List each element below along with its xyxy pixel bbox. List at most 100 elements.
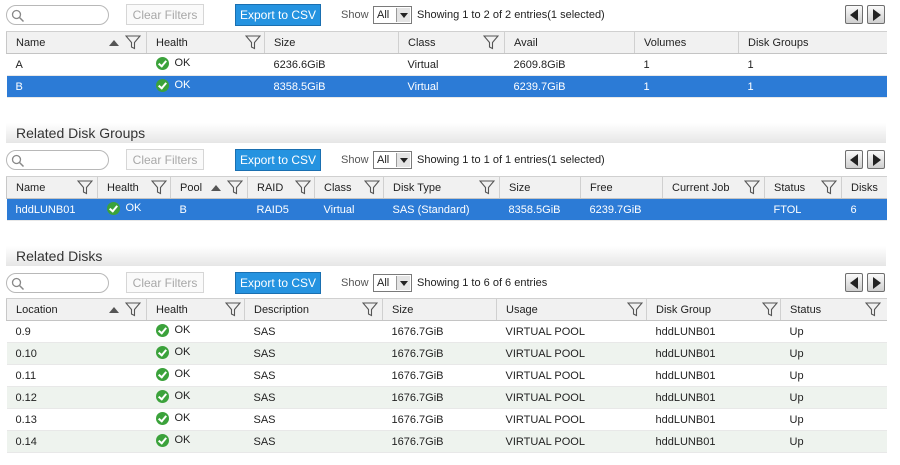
column-header-status[interactable]: Status	[780, 298, 887, 321]
disks-show-select[interactable]: All	[373, 274, 412, 292]
next-page-icon[interactable]	[867, 273, 885, 292]
filter-icon[interactable]	[762, 302, 778, 317]
volumes-clear-filters-button[interactable]: Clear Filters	[126, 4, 204, 25]
column-header-disk-groups[interactable]: Disk Groups	[738, 31, 887, 54]
volumes-export-csv-button[interactable]: Export to CSV	[235, 4, 321, 26]
cell-description: SAS	[244, 320, 383, 343]
cell-disk-group: hddLUNB01	[646, 320, 781, 343]
column-header-location[interactable]: Location	[6, 298, 147, 321]
cell-health: OK	[97, 198, 171, 221]
column-header-size[interactable]: Size	[382, 298, 497, 321]
sort-ascending-icon[interactable]	[109, 307, 119, 313]
filter-icon[interactable]	[627, 302, 643, 317]
filter-icon[interactable]	[479, 180, 495, 195]
table-row[interactable]: A OK 6236.6GiB Virtual 2609.8GiB 1 1	[6, 53, 887, 76]
ok-check-icon	[155, 56, 169, 70]
table-row-selected[interactable]: hddLUNB01 OK B RAID5 Virtual SAS (Standa…	[6, 198, 887, 221]
filter-icon[interactable]	[77, 180, 93, 195]
column-header-current-job[interactable]: Current Job	[662, 176, 765, 199]
column-header-health[interactable]: Health	[146, 298, 245, 321]
column-header-description[interactable]: Description	[244, 298, 383, 321]
table-row-selected[interactable]: B OK 8358.5GiB Virtual 6239.7GiB 1 1	[6, 75, 887, 98]
column-header-health[interactable]: Health	[146, 31, 265, 54]
disks-show-label: Show	[341, 277, 369, 289]
cell-volumes: 1	[634, 75, 739, 98]
disk-groups-show-value: All	[377, 154, 390, 166]
column-header-disk-type[interactable]: Disk Type	[383, 176, 500, 199]
disk-groups-search-input[interactable]	[6, 150, 109, 170]
cell-disk-group: hddLUNB01	[646, 364, 781, 387]
column-header-name[interactable]: Name	[6, 31, 147, 54]
column-header-raid[interactable]: RAID	[247, 176, 315, 199]
cell-class: Virtual	[314, 198, 384, 221]
chevron-down-icon	[396, 8, 410, 22]
filter-icon[interactable]	[362, 302, 378, 317]
table-row[interactable]: 0.9 OK SAS 1676.7GiB VIRTUAL POOL hddLUN…	[6, 320, 887, 343]
disks-clear-filters-button[interactable]: Clear Filters	[126, 272, 204, 293]
table-row[interactable]: 0.12 OK SAS 1676.7GiB VIRTUAL POOL hddLU…	[6, 386, 887, 409]
cell-status: Up	[780, 408, 887, 431]
table-row[interactable]: 0.11 OK SAS 1676.7GiB VIRTUAL POOL hddLU…	[6, 364, 887, 387]
volumes-show-value: All	[377, 9, 390, 21]
filter-icon[interactable]	[483, 35, 499, 50]
chevron-down-icon	[396, 276, 410, 290]
filter-icon[interactable]	[151, 180, 167, 195]
filter-icon[interactable]	[865, 302, 881, 317]
cell-disk-groups: 1	[738, 75, 887, 98]
next-page-icon[interactable]	[867, 5, 885, 24]
column-header-free[interactable]: Free	[580, 176, 663, 199]
column-header-status[interactable]: Status	[764, 176, 842, 199]
filter-icon[interactable]	[225, 302, 241, 317]
column-header-pool[interactable]: Pool	[170, 176, 248, 199]
ok-check-icon	[155, 389, 169, 403]
column-header-disk-group[interactable]: Disk Group	[646, 298, 781, 321]
disk-groups-export-csv-button[interactable]: Export to CSV	[235, 149, 321, 171]
previous-page-icon[interactable]	[845, 5, 863, 24]
filter-icon[interactable]	[744, 180, 760, 195]
previous-page-icon[interactable]	[845, 273, 863, 292]
cell-usage: VIRTUAL POOL	[496, 386, 647, 409]
cell-disks: 6	[841, 198, 887, 221]
filter-icon[interactable]	[125, 302, 141, 317]
volumes-entries-info: Showing 1 to 2 of 2 entries(1 selected)	[417, 9, 605, 21]
disk-groups-clear-filters-button[interactable]: Clear Filters	[126, 149, 204, 170]
cell-size: 1676.7GiB	[382, 430, 497, 453]
disks-search-input[interactable]	[6, 273, 109, 293]
next-page-icon[interactable]	[867, 150, 885, 169]
disk-groups-show-select[interactable]: All	[373, 151, 412, 169]
column-header-class[interactable]: Class	[314, 176, 384, 199]
column-header-avail[interactable]: Avail	[504, 31, 635, 54]
column-header-size[interactable]: Size	[264, 31, 399, 54]
cell-pool: B	[170, 198, 248, 221]
disk-groups-show-label: Show	[341, 154, 369, 166]
column-header-name[interactable]: Name	[6, 176, 98, 199]
cell-size: 1676.7GiB	[382, 386, 497, 409]
cell-disk-group: hddLUNB01	[646, 408, 781, 431]
table-row[interactable]: 0.13 OK SAS 1676.7GiB VIRTUAL POOL hddLU…	[6, 408, 887, 431]
filter-icon[interactable]	[245, 35, 261, 50]
previous-page-icon[interactable]	[845, 150, 863, 169]
filter-icon[interactable]	[227, 180, 243, 195]
table-row[interactable]: 0.14 OK SAS 1676.7GiB VIRTUAL POOL hddLU…	[6, 430, 887, 453]
filter-icon[interactable]	[821, 180, 837, 195]
search-icon	[11, 9, 25, 23]
sort-ascending-icon[interactable]	[109, 40, 119, 46]
table-row[interactable]: 0.10 OK SAS 1676.7GiB VIRTUAL POOL hddLU…	[6, 342, 887, 365]
column-header-volumes[interactable]: Volumes	[634, 31, 739, 54]
column-header-health[interactable]: Health	[97, 176, 171, 199]
filter-icon[interactable]	[295, 180, 311, 195]
column-header-class[interactable]: Class	[398, 31, 505, 54]
cell-avail: 6239.7GiB	[504, 75, 635, 98]
filter-icon[interactable]	[125, 35, 141, 50]
disks-export-csv-button[interactable]: Export to CSV	[235, 272, 321, 294]
ok-check-icon	[155, 367, 169, 381]
cell-disk-type: SAS (Standard)	[383, 198, 500, 221]
filter-icon[interactable]	[364, 180, 380, 195]
volumes-show-select[interactable]: All	[373, 6, 412, 24]
column-header-usage[interactable]: Usage	[496, 298, 647, 321]
sort-ascending-icon[interactable]	[211, 185, 221, 191]
volumes-search-input[interactable]	[6, 5, 109, 25]
column-header-disks[interactable]: Disks	[841, 176, 887, 199]
cell-size: 8358.5GiB	[264, 75, 399, 98]
column-header-size[interactable]: Size	[499, 176, 581, 199]
